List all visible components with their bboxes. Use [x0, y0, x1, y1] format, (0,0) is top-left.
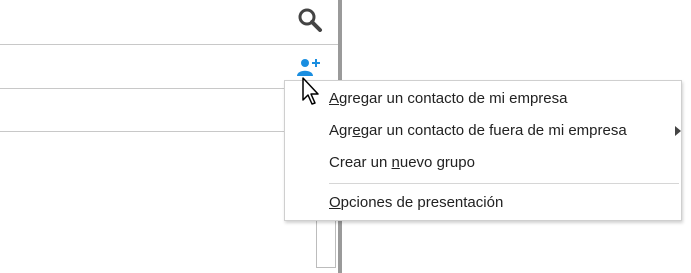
menu-separator [329, 183, 679, 184]
menu-item-add-external-contact[interactable]: Agregar un contacto de fuera de mi empre… [285, 115, 681, 147]
submenu-arrow-icon [675, 126, 681, 136]
menu-item-label: Opciones de presentación [329, 194, 504, 211]
menu-item-label: Agregar un contacto de fuera de mi empre… [329, 122, 627, 139]
menu-item-label: Agregar un contacto de mi empresa [329, 90, 568, 107]
add-contact-icon [297, 59, 320, 76]
scrollbar-thumb[interactable] [316, 218, 336, 268]
search-icon [298, 8, 322, 32]
add-contact-menu: Agregar un contacto de mi empresa Agrega… [284, 80, 682, 221]
add-contact-button[interactable] [295, 56, 323, 80]
menu-item-create-group[interactable]: Crear un nuevo grupo [285, 147, 681, 179]
menu-item-label: Crear un nuevo grupo [329, 154, 475, 171]
separator-line [0, 44, 338, 45]
search-button[interactable] [296, 6, 324, 32]
menu-item-add-company-contact[interactable]: Agregar un contacto de mi empresa [285, 83, 681, 115]
separator-line [0, 131, 284, 132]
separator-line [0, 88, 284, 89]
menu-item-display-options[interactable]: Opciones de presentación [285, 187, 681, 219]
